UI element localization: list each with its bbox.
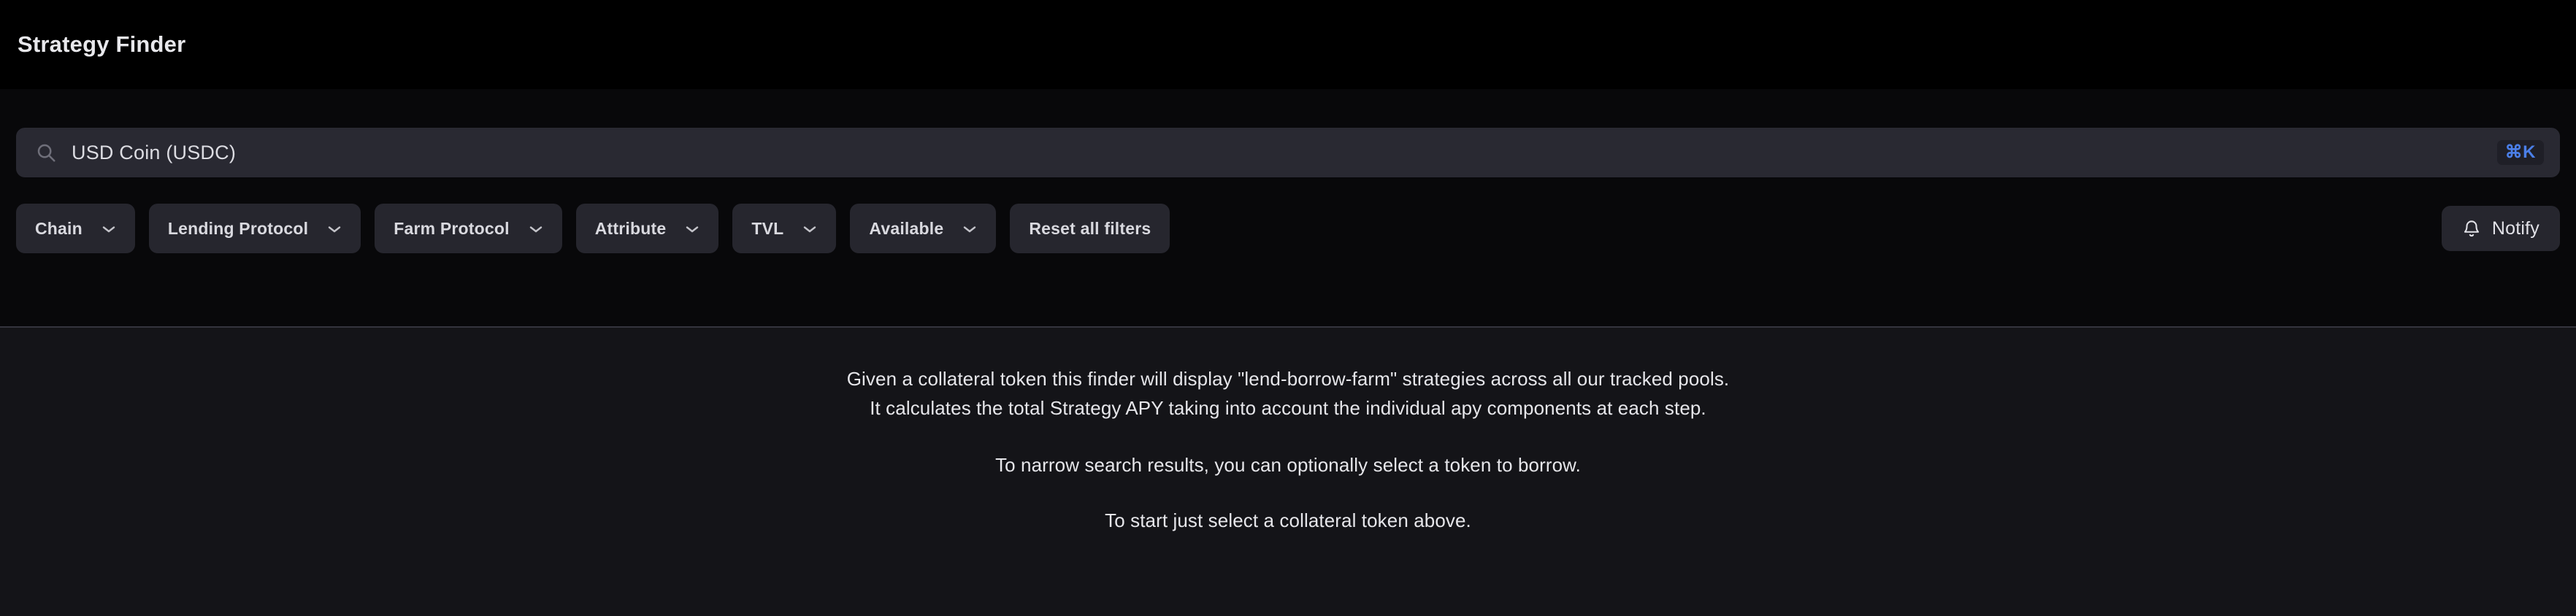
filter-available-label: Available (869, 218, 944, 238)
chevron-down-icon (802, 224, 817, 233)
search-input[interactable]: USD Coin (USDC) ⌘K (16, 128, 2560, 177)
chevron-down-icon (685, 224, 699, 233)
notify-button[interactable]: Notify (2441, 206, 2560, 251)
reset-all-filters-label: Reset all filters (1029, 218, 1151, 238)
content-area: Given a collateral token this finder wil… (0, 326, 2576, 616)
search-icon (35, 142, 57, 163)
search-row: USD Coin (USDC) ⌘K (16, 89, 2560, 177)
chevron-down-icon (101, 224, 116, 233)
filter-farm-protocol-label: Farm Protocol (394, 218, 510, 238)
page-title: Strategy Finder (18, 31, 186, 57)
empty-state: Given a collateral token this finder wil… (0, 328, 2576, 535)
filter-chain-label: Chain (35, 218, 83, 238)
empty-state-line-4: To start just select a collateral token … (1105, 509, 1471, 531)
filter-available[interactable]: Available (850, 204, 997, 253)
keyboard-shortcut-badge: ⌘K (2496, 140, 2544, 165)
filter-tvl[interactable]: TVL (732, 204, 837, 253)
empty-state-line-1: Given a collateral token this finder wil… (846, 368, 1730, 390)
toolbar-panel: USD Coin (USDC) ⌘K Chain Lending Protoco… (0, 89, 2576, 326)
filter-tvl-label: TVL (751, 218, 784, 238)
filters-row: Chain Lending Protocol Farm Protocol Att… (16, 204, 2560, 253)
filter-lending-protocol-label: Lending Protocol (167, 218, 309, 238)
chevron-down-icon (327, 224, 342, 233)
chevron-down-icon (962, 224, 977, 233)
filter-chain[interactable]: Chain (16, 204, 135, 253)
reset-all-filters-button[interactable]: Reset all filters (1010, 204, 1170, 253)
empty-state-description: Given a collateral token this finder wil… (847, 364, 1730, 423)
filter-farm-protocol[interactable]: Farm Protocol (375, 204, 562, 253)
strategy-finder-app: Strategy Finder USD Coin (USDC) ⌘K Chain (0, 0, 2576, 616)
filter-attribute-label: Attribute (594, 218, 667, 238)
chevron-down-icon (529, 224, 543, 233)
notify-label: Notify (2491, 217, 2539, 239)
search-value: USD Coin (USDC) (72, 141, 237, 163)
filter-lending-protocol[interactable]: Lending Protocol (148, 204, 361, 253)
empty-state-line-3: To narrow search results, you can option… (995, 454, 1581, 476)
app-header: Strategy Finder (0, 0, 2576, 89)
filter-attribute[interactable]: Attribute (575, 204, 719, 253)
empty-state-line-2: It calculates the total Strategy APY tak… (870, 397, 1706, 419)
bell-icon (2462, 218, 2481, 239)
